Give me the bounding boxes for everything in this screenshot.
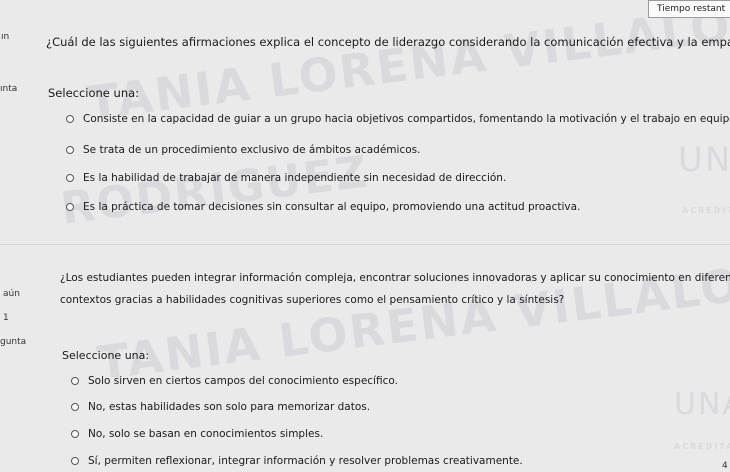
question-1-option-1[interactable]: Consiste en la capacidad de guiar a un g… xyxy=(66,113,730,125)
question-2-select-label: Seleccione una: xyxy=(62,349,150,362)
question-1-option-3[interactable]: Es la habilidad de trabajar de manera in… xyxy=(66,172,506,184)
question-label-fragment: ın xyxy=(1,32,10,42)
option-label: Es la práctica de tomar decisiones sin c… xyxy=(83,201,581,213)
watermark-logo-2: UNA xyxy=(674,387,730,422)
question-2-option-4[interactable]: Sí, permiten reflexionar, integrar infor… xyxy=(71,455,523,467)
option-label: Sí, permiten reflexionar, integrar infor… xyxy=(88,455,523,467)
option-label: Es la habilidad de trabajar de manera in… xyxy=(83,172,507,184)
question-1-select-label: Seleccione una: xyxy=(48,86,140,100)
watermark-logo-2-sub: ACREDITADA xyxy=(674,442,730,451)
radio-button[interactable] xyxy=(66,115,74,123)
option-label: No, estas habilidades son solo para memo… xyxy=(88,401,371,413)
watermark-logo-1: UN xyxy=(678,140,730,180)
radio-button[interactable] xyxy=(71,403,79,411)
question-2-text-line-1: ¿Los estudiantes pueden integrar informa… xyxy=(60,272,730,284)
question-number-fragment: 1 xyxy=(3,313,9,323)
option-label: Consiste en la capacidad de guiar a un g… xyxy=(83,113,730,125)
radio-button[interactable] xyxy=(71,430,79,438)
question-2-option-2[interactable]: No, estas habilidades son solo para memo… xyxy=(71,401,370,413)
question-2-option-1[interactable]: Solo sirven en ciertos campos del conoci… xyxy=(71,375,398,387)
time-remaining-box: Tiempo restant xyxy=(648,0,730,18)
radio-button[interactable] xyxy=(66,146,74,154)
page-number-fragment: 4 xyxy=(722,461,728,471)
question-label-fragment-2: gunta xyxy=(0,337,27,347)
time-remaining-label: Tiempo restant xyxy=(657,4,726,14)
radio-button[interactable] xyxy=(71,377,79,385)
question-1-option-4[interactable]: Es la práctica de tomar decisiones sin c… xyxy=(66,201,580,213)
radio-button[interactable] xyxy=(71,457,79,465)
option-label: Solo sirven en ciertos campos del conoci… xyxy=(88,375,398,387)
watermark-name-3: TANIA LORENA VILLALOBOS xyxy=(94,243,730,391)
radio-button[interactable] xyxy=(66,174,74,182)
question-status-fragment: aún xyxy=(3,289,20,299)
question-2-text-line-2: contextos gracias a habilidades cognitiv… xyxy=(60,294,565,306)
question-sub-fragment: ınta xyxy=(0,84,18,94)
option-label: No, solo se basan en conocimientos simpl… xyxy=(88,428,324,440)
radio-button[interactable] xyxy=(66,203,74,211)
question-separator xyxy=(0,244,730,245)
watermark-name-1: TANIA LORENA VILLALOBOS xyxy=(84,0,730,131)
question-2-option-3[interactable]: No, solo se basan en conocimientos simpl… xyxy=(71,428,323,440)
watermark-logo-1-sub: ACREDITA xyxy=(682,206,730,215)
question-1-option-2[interactable]: Se trata de un procedimiento exclusivo d… xyxy=(66,144,420,156)
watermark-name-2: RODRIGUEZ xyxy=(58,146,372,235)
option-label: Se trata de un procedimiento exclusivo d… xyxy=(83,144,421,156)
question-1-text: ¿Cuál de las siguientes afirmaciones exp… xyxy=(46,35,730,49)
